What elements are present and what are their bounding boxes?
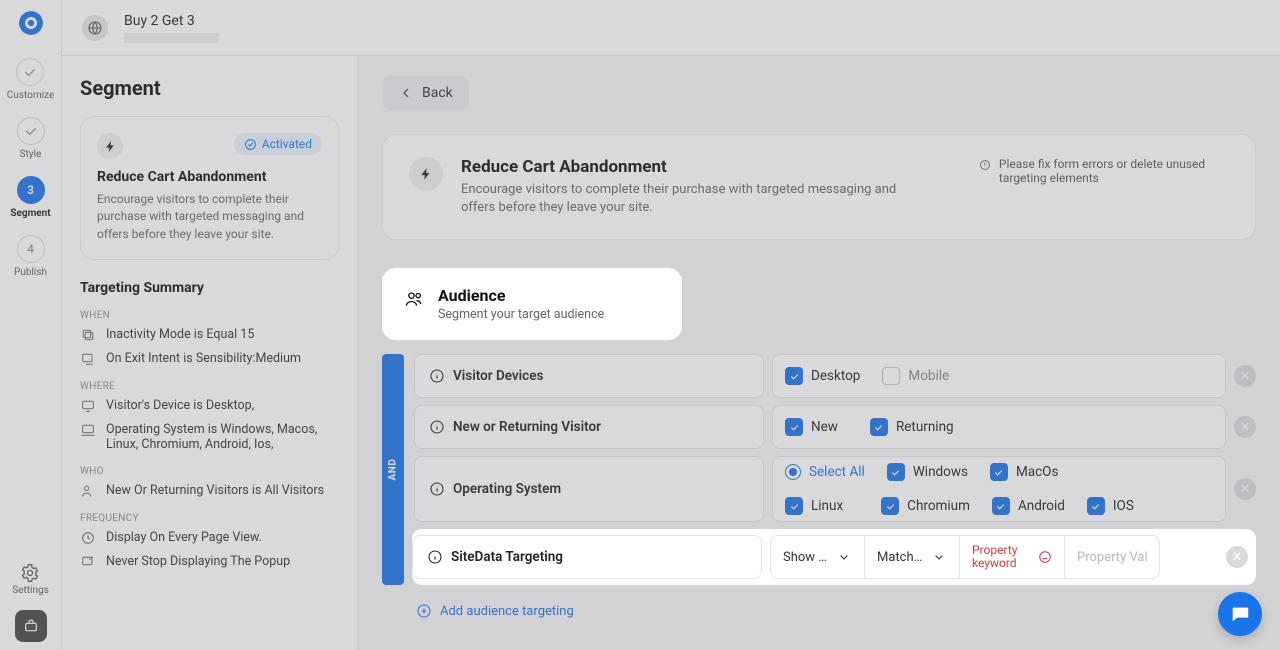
checkbox-ios[interactable]: IOS <box>1087 497 1134 515</box>
rule-label: Operating System <box>414 456 764 522</box>
form-error-warning: Please fix form errors or delete unused … <box>979 157 1229 185</box>
campaign-subtitle-placeholder <box>124 33 219 43</box>
chevron-down-icon <box>836 549 852 565</box>
summary-item: Inactivity Mode is Equal 15 <box>80 327 339 343</box>
summary-frequency-label: FREQUENCY <box>80 513 339 524</box>
copy-icon <box>80 327 96 343</box>
plus-circle-icon <box>416 603 432 619</box>
checkbox-returning[interactable]: Returning <box>870 418 954 436</box>
warning-icon <box>979 157 991 173</box>
settings-button[interactable]: Settings <box>12 563 49 596</box>
error-icon <box>1038 550 1052 564</box>
campaign-title: Buy 2 Get 3 <box>124 13 219 29</box>
summary-who-label: WHO <box>80 466 339 477</box>
sitedata-match-select[interactable]: Match… <box>865 535 960 579</box>
checkbox-new[interactable]: New <box>785 418 838 436</box>
bolt-icon <box>97 133 123 159</box>
summary-item: New Or Returning Visitors is All Visitor… <box>80 483 339 499</box>
checkbox-windows[interactable]: Windows <box>887 463 968 481</box>
delete-rule-button[interactable]: ✕ <box>1226 546 1248 568</box>
checkbox-android[interactable]: Android <box>992 497 1065 515</box>
summary-item: On Exit Intent is Sensibility:Medium <box>80 351 339 367</box>
summary-item: Display On Every Page View. <box>80 530 339 546</box>
main-panel: Back Reduce Cart Abandonment Encourage v… <box>358 56 1280 650</box>
sitedata-error-label: Property keyword <box>960 535 1065 579</box>
bolt-icon <box>409 157 443 191</box>
rule-sitedata-targeting: SiteData Targeting Show … Match… Propert… <box>412 535 1248 579</box>
app-logo[interactable] <box>16 8 46 38</box>
audience-section-header: Audience Segment your target audience <box>382 268 682 340</box>
hero-title: Reduce Cart Abandonment <box>461 157 931 177</box>
chat-button[interactable] <box>1218 592 1262 636</box>
info-icon[interactable] <box>427 549 443 565</box>
checkbox-desktop[interactable]: Desktop <box>785 367 860 385</box>
checkbox-macos[interactable]: MacOs <box>990 463 1058 481</box>
rule-visitor-devices: Visitor Devices Desktop Mobile ✕ <box>414 354 1256 398</box>
info-icon[interactable] <box>429 368 445 384</box>
segment-sidebar: Segment Activated Reduce Cart Abandonmen… <box>62 56 358 650</box>
info-icon[interactable] <box>429 481 445 497</box>
summary-where-label: WHERE <box>80 381 339 392</box>
delete-rule-button[interactable]: ✕ <box>1234 416 1256 438</box>
summary-when-label: WHEN <box>80 310 339 321</box>
checkbox-mobile[interactable]: Mobile <box>882 367 949 385</box>
radio-select-all[interactable]: Select All <box>785 464 865 480</box>
person-icon <box>80 483 96 499</box>
toolbox-button[interactable] <box>15 610 47 642</box>
top-bar: Buy 2 Get 3 <box>62 0 1280 56</box>
rule-label: New or Returning Visitor <box>414 405 764 449</box>
and-connector: AND <box>382 354 404 585</box>
hero-card: Reduce Cart Abandonment Encourage visito… <box>382 134 1256 240</box>
back-button[interactable]: Back <box>382 76 469 110</box>
globe-icon <box>82 15 108 41</box>
summary-item: Operating System is Windows, Macos, Linu… <box>80 422 339 452</box>
preset-desc: Encourage visitors to complete their pur… <box>97 191 322 243</box>
os-icon <box>80 422 96 438</box>
summary-item: Never Stop Displaying The Popup <box>80 554 339 570</box>
left-rail: Customize Style 3 Segment 4 Publish Sett… <box>0 0 62 650</box>
summary-item: Visitor's Device is Desktop, <box>80 398 339 414</box>
rule-options: New Returning <box>772 405 1226 449</box>
step-style[interactable]: Style <box>17 117 45 160</box>
segment-preset-card: Activated Reduce Cart Abandonment Encour… <box>80 116 339 260</box>
delete-rule-button[interactable]: ✕ <box>1234 365 1256 387</box>
summary-heading: Targeting Summary <box>80 280 339 296</box>
rule-label: Visitor Devices <box>414 354 764 398</box>
activated-badge: Activated <box>234 133 322 155</box>
preset-title: Reduce Cart Abandonment <box>97 169 322 185</box>
rule-label: SiteData Targeting <box>412 535 762 579</box>
chat-icon <box>1229 603 1251 625</box>
hero-desc: Encourage visitors to complete their pur… <box>461 181 931 217</box>
step-segment[interactable]: 3 Segment <box>10 176 50 219</box>
sitedata-controls: Show … Match… Property keyword <box>770 535 1218 579</box>
device-icon <box>80 398 96 414</box>
arrow-left-icon <box>398 85 414 101</box>
popup-icon <box>80 554 96 570</box>
campaign-title-block: Buy 2 Get 3 <box>124 13 219 43</box>
sidebar-heading: Segment <box>80 76 339 100</box>
sitedata-value-input[interactable] <box>1065 535 1160 579</box>
checkbox-linux[interactable]: Linux <box>785 497 843 515</box>
rules-group: AND Visitor Devices Desktop Mobile ✕ <box>382 354 1256 585</box>
rule-options: Desktop Mobile <box>772 354 1226 398</box>
audience-subtitle: Segment your target audience <box>438 307 604 322</box>
delete-rule-button[interactable]: ✕ <box>1234 478 1256 500</box>
step-customize[interactable]: Customize <box>7 58 54 101</box>
exit-icon <box>80 351 96 367</box>
info-icon[interactable] <box>429 419 445 435</box>
rule-operating-system: Operating System Select All Windows MacO… <box>414 456 1256 522</box>
step-publish[interactable]: 4 Publish <box>14 235 47 278</box>
people-icon <box>404 289 424 309</box>
rule-options: Select All Windows MacOs Linux Chromium … <box>772 456 1226 522</box>
add-audience-targeting-link[interactable]: Add audience targeting <box>416 603 574 619</box>
clock-icon <box>80 530 96 546</box>
sitedata-show-select[interactable]: Show … <box>770 535 865 579</box>
checkbox-chromium[interactable]: Chromium <box>881 497 970 515</box>
chevron-down-icon <box>931 549 947 565</box>
audience-title: Audience <box>438 286 604 305</box>
rule-new-returning: New or Returning Visitor New Returning ✕ <box>414 405 1256 449</box>
